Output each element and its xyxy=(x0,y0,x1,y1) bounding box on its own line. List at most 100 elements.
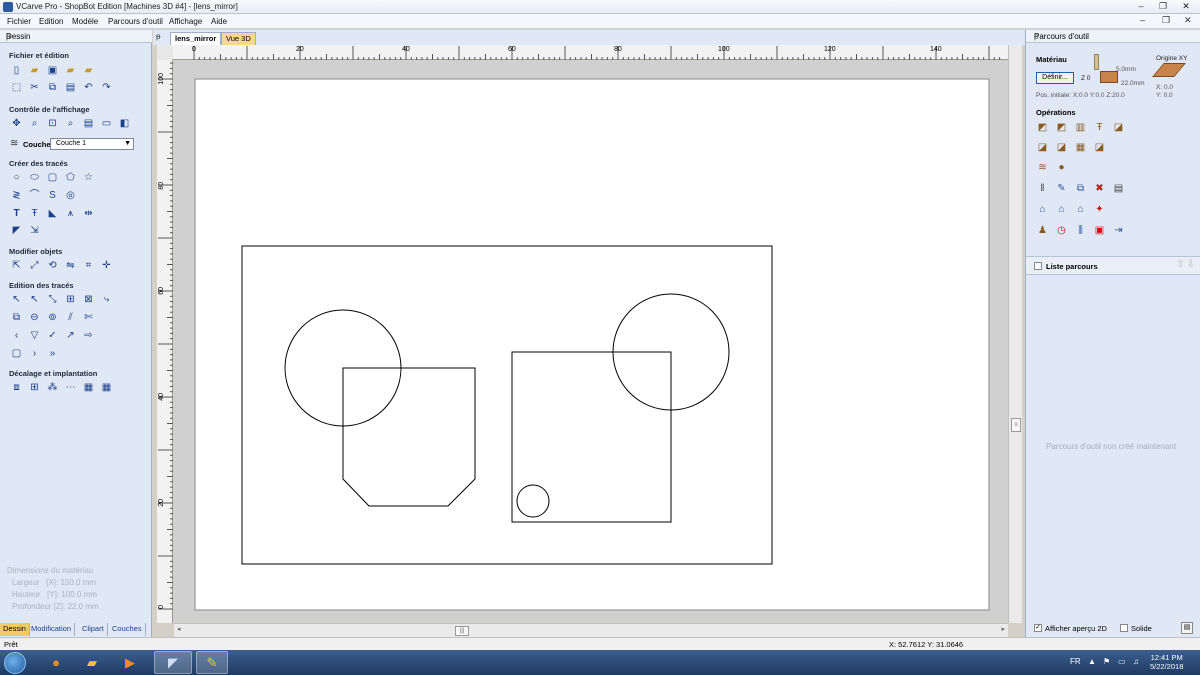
text-icon[interactable]: T xyxy=(10,207,23,220)
rotate-icon[interactable]: ⟲ xyxy=(46,259,59,272)
menu-parcours[interactable]: Parcours d'outil xyxy=(108,17,163,26)
polygon-icon[interactable]: ⬠ xyxy=(64,171,77,184)
join-icon[interactable]: ⫽ xyxy=(64,311,77,324)
solid-checkbox[interactable] xyxy=(1120,624,1128,632)
inlay-toolpath-icon[interactable]: ◪ xyxy=(1036,141,1049,154)
tab-couches[interactable]: Couches xyxy=(109,623,146,636)
menu-aide[interactable]: Aide xyxy=(211,17,227,26)
layer-select[interactable]: Couche 1 ▼ xyxy=(50,138,134,150)
mirror-icon[interactable]: ⇋ xyxy=(64,259,77,272)
pin-icon[interactable]: ᵽ xyxy=(156,32,160,41)
view-2d-icon[interactable]: ▭ xyxy=(100,117,113,130)
doc-close-button[interactable]: ✕ xyxy=(1184,15,1192,26)
star-icon[interactable]: ☆ xyxy=(82,171,95,184)
vcarve-toolpath-icon[interactable]: Ŧ xyxy=(1093,121,1106,134)
dimension-icon[interactable]: ⇹ xyxy=(82,207,95,220)
spiral-icon[interactable]: ◎ xyxy=(64,189,77,202)
start-button[interactable] xyxy=(4,652,26,674)
select-icon[interactable]: ↖ xyxy=(10,293,23,306)
move-icon[interactable]: ⇱ xyxy=(10,259,23,272)
tool-db-icon[interactable]: ✦ xyxy=(1093,203,1106,216)
close-button[interactable]: ✕ xyxy=(1176,1,1196,13)
circle-icon[interactable]: ○ xyxy=(10,171,23,184)
origin-xy-icon[interactable] xyxy=(1152,63,1186,77)
text-arc-icon[interactable]: ⩚ xyxy=(64,207,77,220)
doc-restore-button[interactable]: ❐ xyxy=(1162,15,1170,26)
weld-icon[interactable]: ⧉ xyxy=(10,311,23,324)
interactive-trim-icon[interactable]: ⤷ xyxy=(100,293,113,306)
labels-icon[interactable]: ▦ xyxy=(100,381,113,394)
toolpath-list-checkbox[interactable] xyxy=(1034,262,1042,270)
profile-toolpath-icon[interactable]: ◩ xyxy=(1036,121,1049,134)
copy-along-icon[interactable]: ⋯ xyxy=(64,381,77,394)
intersect-icon[interactable]: ⊚ xyxy=(46,311,59,324)
tab-modification[interactable]: Modification xyxy=(28,623,76,636)
menu-modele[interactable]: Modèle xyxy=(72,17,98,26)
scroll-thumb[interactable]: ||| xyxy=(455,626,469,636)
prism-toolpath-icon[interactable]: ≋ xyxy=(1036,161,1049,174)
preview-toolpath-icon[interactable]: ♟ xyxy=(1036,224,1049,237)
zoom-icon[interactable]: ⌕ xyxy=(64,117,77,130)
moulding-toolpath-icon[interactable]: ◪ xyxy=(1055,141,1068,154)
copy-toolpath-icon[interactable]: ⧉ xyxy=(1074,182,1087,195)
redo-icon[interactable]: ↷ xyxy=(100,81,113,94)
clock[interactable]: 12:41 PM 5/22/2018 xyxy=(1150,653,1183,671)
extend-icon[interactable]: ↗ xyxy=(64,329,77,342)
zoom-box-icon[interactable]: ⌕ xyxy=(28,117,41,130)
tab-vue-3d[interactable]: Vue 3D xyxy=(221,32,256,45)
distort-icon[interactable]: ⌗ xyxy=(82,259,95,272)
scale-icon[interactable]: ⤢ xyxy=(28,259,41,272)
edit-toolpath-icon[interactable]: ✎ xyxy=(1055,182,1068,195)
drawing-svg[interactable] xyxy=(174,61,1008,622)
subtract-icon[interactable]: ⊖ xyxy=(28,311,41,324)
align-icon[interactable]: ✛ xyxy=(100,259,113,272)
menu-edition[interactable]: Edition xyxy=(39,17,63,26)
drawing-canvas[interactable] xyxy=(174,61,1008,622)
show-hidden-icons-icon[interactable]: ▲ xyxy=(1088,657,1096,666)
view-material-icon[interactable]: ▤ xyxy=(82,117,95,130)
open-folder-icon[interactable]: ▰ xyxy=(28,64,41,77)
arrow-icon[interactable]: ⇨ xyxy=(82,329,95,342)
paste-icon[interactable]: ▤ xyxy=(64,81,77,94)
doc-minimize-button[interactable]: – xyxy=(1140,15,1145,25)
summary-icon[interactable]: ⫼ xyxy=(1074,224,1087,237)
node-edit-icon[interactable]: ↖ xyxy=(28,293,41,306)
language-indicator[interactable]: FR xyxy=(1070,657,1081,666)
trim-icon[interactable]: ✄ xyxy=(82,311,95,324)
new-file-icon[interactable]: ▯ xyxy=(10,64,23,77)
print-icon[interactable]: ▤ xyxy=(1181,622,1193,634)
network-icon[interactable]: ▭ xyxy=(1118,657,1126,666)
save-icon[interactable]: ▣ xyxy=(46,64,59,77)
nest-icon[interactable]: » xyxy=(46,347,59,360)
horizontal-scrollbar[interactable]: ◂ ||| ▸ xyxy=(174,623,1008,637)
tab-lens-mirror[interactable]: lens_mirror xyxy=(170,32,222,45)
vertical-scrollbar[interactable]: ≡ xyxy=(1008,45,1022,623)
group-icon[interactable]: ⊞ xyxy=(64,293,77,306)
recalculate-icon[interactable]: ⌂ xyxy=(1036,203,1049,216)
transform-icon[interactable]: ⤡ xyxy=(46,293,59,306)
engraving-toolpath-icon[interactable]: ◪ xyxy=(1112,121,1125,134)
vector-validator-icon[interactable]: ▽ xyxy=(28,329,41,342)
delete-toolpath-icon[interactable]: ✖ xyxy=(1093,182,1106,195)
ungroup-icon[interactable]: ⊠ xyxy=(82,293,95,306)
arc-icon[interactable]: ⌒ xyxy=(28,189,41,202)
scroll-thumb[interactable]: ≡ xyxy=(1011,418,1021,432)
maximize-button[interactable]: ❐ xyxy=(1153,1,1173,13)
view-3d-icon[interactable]: ◧ xyxy=(118,117,131,130)
text-block-icon[interactable]: Ŧ xyxy=(28,207,41,220)
bounding-box-icon[interactable]: ▢ xyxy=(10,347,23,360)
fillet-icon[interactable]: ◤ xyxy=(10,224,23,237)
nesting-icon[interactable]: ▦ xyxy=(82,381,95,394)
close-vector-icon[interactable]: ‹ xyxy=(10,329,23,342)
machining-time-icon[interactable]: ◷ xyxy=(1055,224,1068,237)
offset-icon[interactable]: ⧈ xyxy=(10,381,23,394)
copy-icon[interactable]: ⧉ xyxy=(46,81,59,94)
explorer-taskbar-icon[interactable]: ▰ xyxy=(76,651,108,674)
tab-dessin[interactable]: Dessin xyxy=(0,623,30,636)
fluting-toolpath-icon[interactable]: ◪ xyxy=(1093,141,1106,154)
flag-icon[interactable]: ⚑ xyxy=(1103,657,1110,666)
pan-icon[interactable]: ✥ xyxy=(10,117,23,130)
cut-icon[interactable]: ✂ xyxy=(28,81,41,94)
texture-toolpath-icon[interactable]: ▦ xyxy=(1074,141,1087,154)
pin-icon[interactable]: ᵽ xyxy=(6,32,148,41)
